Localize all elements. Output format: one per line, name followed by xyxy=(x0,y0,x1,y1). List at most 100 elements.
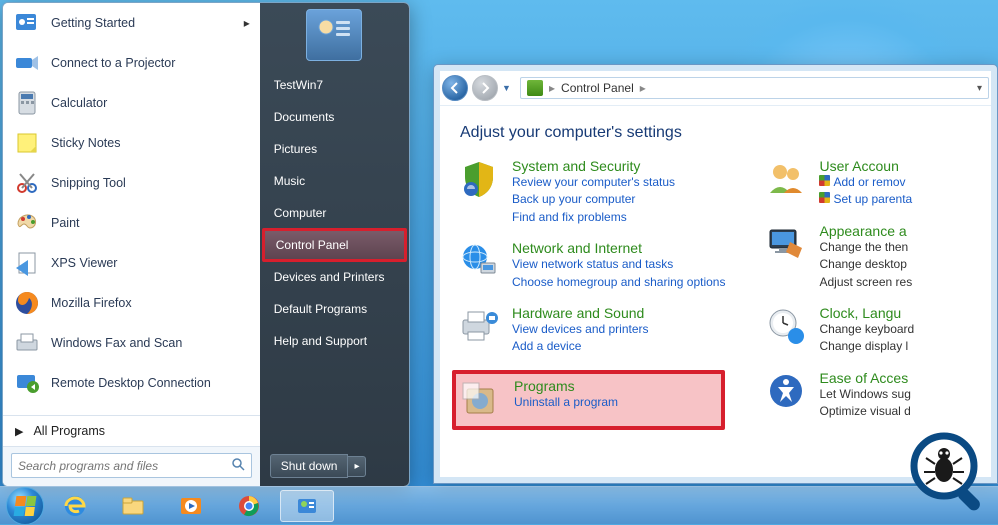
category-title[interactable]: User Accoun xyxy=(819,158,912,174)
category-text: Let Windows sug xyxy=(819,386,910,403)
taskbar-chrome[interactable] xyxy=(222,490,276,522)
pinned-label: Sticky Notes xyxy=(51,136,120,150)
nav-history-dropdown[interactable]: ▼ xyxy=(502,83,516,93)
control-panel-icon xyxy=(527,80,543,96)
category-programs: Programs Uninstall a program xyxy=(452,370,725,430)
search-input[interactable] xyxy=(18,459,231,473)
category-link[interactable]: View devices and printers xyxy=(512,321,649,338)
taskbar-control-panel[interactable] xyxy=(280,490,334,522)
pinned-label: Remote Desktop Connection xyxy=(51,376,211,390)
chevron-right-icon: ▸ xyxy=(244,16,250,30)
pinned-programs-list: Getting Started ▸ Connect to a Projector… xyxy=(3,3,260,415)
explorer-nav-bar: ▼ ▸ Control Panel ▸ ▾ xyxy=(440,71,991,106)
forward-button[interactable] xyxy=(472,75,498,101)
pinned-snipping-tool[interactable]: Snipping Tool xyxy=(3,163,260,203)
shield-icon xyxy=(458,158,500,200)
pinned-label: Windows Fax and Scan xyxy=(51,336,182,350)
pinned-sticky-notes[interactable]: Sticky Notes xyxy=(3,123,260,163)
category-link[interactable]: Choose homegroup and sharing options xyxy=(512,274,725,291)
pinned-label: Calculator xyxy=(51,96,107,110)
taskbar-file-explorer[interactable] xyxy=(106,490,160,522)
category-link[interactable]: Find and fix problems xyxy=(512,209,675,226)
pinned-calculator[interactable]: Calculator xyxy=(3,83,260,123)
category-text: Change the then xyxy=(819,239,912,256)
category-clock-language: Clock, Langu Change keyboard Change disp… xyxy=(765,305,914,356)
back-button[interactable] xyxy=(442,75,468,101)
sticky-notes-icon xyxy=(13,129,41,157)
category-link[interactable]: Uninstall a program xyxy=(514,394,618,411)
pinned-label: Paint xyxy=(51,216,80,230)
printer-hardware-icon xyxy=(458,305,500,347)
taskbar-internet-explorer[interactable] xyxy=(48,490,102,522)
getting-started-icon xyxy=(13,9,41,37)
address-bar[interactable]: ▸ Control Panel ▸ ▾ xyxy=(520,77,989,99)
category-title[interactable]: Programs xyxy=(514,378,618,394)
ease-of-access-icon xyxy=(765,370,807,412)
category-title[interactable]: Network and Internet xyxy=(512,240,725,256)
page-title: Adjust your computer's settings xyxy=(460,124,977,142)
category-hardware-sound: Hardware and Sound View devices and prin… xyxy=(458,305,725,356)
right-pane-devices-printers[interactable]: Devices and Printers xyxy=(260,261,409,293)
right-pane-default-programs[interactable]: Default Programs xyxy=(260,293,409,325)
start-menu-left-pane: Getting Started ▸ Connect to a Projector… xyxy=(3,3,260,486)
pinned-getting-started[interactable]: Getting Started ▸ xyxy=(3,3,260,43)
all-programs-button[interactable]: ▶ All Programs xyxy=(3,415,260,446)
control-panel-body: Adjust your computer's settings System a… xyxy=(434,106,997,440)
pinned-firefox[interactable]: Mozilla Firefox xyxy=(3,283,260,323)
category-system-security: System and Security Review your computer… xyxy=(458,158,725,226)
firefox-icon xyxy=(13,289,41,317)
search-box[interactable] xyxy=(11,453,252,478)
shutdown-row: Shut down ▸ xyxy=(260,446,409,486)
category-title[interactable]: Hardware and Sound xyxy=(512,305,649,321)
category-text: Change desktop xyxy=(819,256,912,273)
right-pane-help-support[interactable]: Help and Support xyxy=(260,325,409,357)
right-pane-music[interactable]: Music xyxy=(260,165,409,197)
pinned-xps-viewer[interactable]: XPS Viewer xyxy=(3,243,260,283)
category-left-column: System and Security Review your computer… xyxy=(458,158,725,430)
category-title[interactable]: Appearance a xyxy=(819,223,912,239)
right-pane-control-panel[interactable]: Control Panel xyxy=(262,228,407,262)
category-link[interactable]: Add a device xyxy=(512,338,649,355)
category-link[interactable]: Back up your computer xyxy=(512,191,675,208)
all-programs-label: All Programs xyxy=(33,424,105,438)
address-dropdown-icon[interactable]: ▾ xyxy=(977,83,982,94)
category-title[interactable]: Ease of Acces xyxy=(819,370,910,386)
category-network-internet: Network and Internet View network status… xyxy=(458,240,725,291)
pinned-paint[interactable]: Paint xyxy=(3,203,260,243)
shutdown-button[interactable]: Shut down xyxy=(270,454,349,478)
category-link[interactable]: Set up parenta xyxy=(819,191,912,208)
monitor-appearance-icon xyxy=(765,223,807,265)
category-link[interactable]: View network status and tasks xyxy=(512,256,725,273)
shutdown-options-button[interactable]: ▸ xyxy=(348,456,366,477)
triangle-right-icon: ▶ xyxy=(15,425,23,438)
breadcrumb-separator: ▸ xyxy=(549,81,555,95)
snipping-tool-icon xyxy=(13,169,41,197)
pinned-label: Connect to a Projector xyxy=(51,56,175,70)
uac-shield-icon xyxy=(819,175,830,186)
pinned-rdc[interactable]: Remote Desktop Connection xyxy=(3,363,260,403)
calculator-icon xyxy=(13,89,41,117)
category-text: Adjust screen res xyxy=(819,274,912,291)
category-ease-of-access: Ease of Acces Let Windows sug Optimize v… xyxy=(765,370,914,421)
category-title[interactable]: Clock, Langu xyxy=(819,305,914,321)
control-panel-window: ▼ ▸ Control Panel ▸ ▾ Adjust your comput… xyxy=(433,64,998,484)
pinned-projector[interactable]: Connect to a Projector xyxy=(3,43,260,83)
taskbar-media-player[interactable] xyxy=(164,490,218,522)
breadcrumb-root[interactable]: Control Panel xyxy=(561,81,634,95)
right-pane-computer[interactable]: Computer xyxy=(260,197,409,229)
category-link[interactable]: Review your computer's status xyxy=(512,174,675,191)
globe-network-icon xyxy=(458,240,500,282)
start-menu: Getting Started ▸ Connect to a Projector… xyxy=(2,2,410,487)
category-title[interactable]: System and Security xyxy=(512,158,675,174)
category-text: Optimize visual d xyxy=(819,403,910,420)
start-menu-right-pane: TestWin7 Documents Pictures Music Comput… xyxy=(260,3,409,486)
category-link[interactable]: Add or remov xyxy=(819,174,912,191)
right-pane-documents[interactable]: Documents xyxy=(260,101,409,133)
right-pane-pictures[interactable]: Pictures xyxy=(260,133,409,165)
user-picture[interactable] xyxy=(306,9,362,61)
user-name-link[interactable]: TestWin7 xyxy=(260,69,409,101)
pinned-fax-scan[interactable]: Windows Fax and Scan xyxy=(3,323,260,363)
start-orb[interactable] xyxy=(6,487,44,525)
fax-scan-icon xyxy=(13,329,41,357)
pinned-label: Mozilla Firefox xyxy=(51,296,132,310)
